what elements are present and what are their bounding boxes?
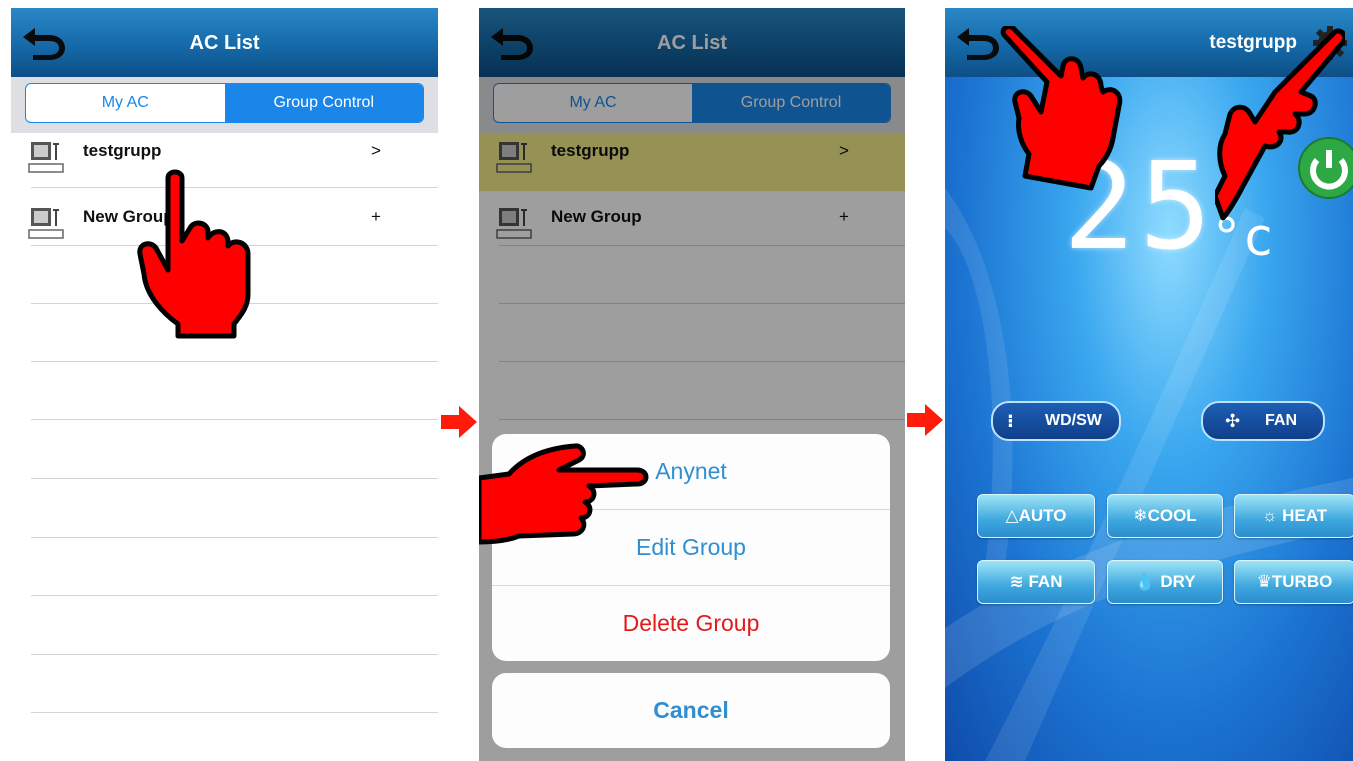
- pointing-hand-icon: [137, 169, 251, 339]
- screen-ac-list: AC List My AC Group Control testgrupp > …: [11, 8, 438, 761]
- tab-group-control[interactable]: Group Control: [224, 84, 423, 122]
- screen-action-sheet: AC List My AC Group Control testgrupp > …: [479, 8, 905, 761]
- ac-unit-icon: [28, 208, 64, 239]
- turbo-mode-button[interactable]: ♛TURBO: [1234, 560, 1353, 604]
- divider: [31, 654, 438, 655]
- add-action[interactable]: +: [371, 207, 381, 227]
- flow-arrow-icon: [907, 404, 943, 436]
- pointing-hand-icon: [1000, 26, 1123, 191]
- divider: [31, 361, 438, 362]
- pointing-hand-icon: [1215, 28, 1345, 221]
- heat-mode-button[interactable]: ☼ HEAT: [1234, 494, 1353, 538]
- segment-bar: My AC Group Control: [11, 77, 438, 133]
- fan-mode-button[interactable]: ≋ FAN: [977, 560, 1095, 604]
- dry-mode-button[interactable]: 💧 DRY: [1107, 560, 1223, 604]
- droplet-icon: 💧: [1134, 572, 1156, 591]
- chevron-action[interactable]: >: [371, 141, 381, 161]
- divider: [31, 419, 438, 420]
- swing-icon: ⁝: [1007, 411, 1014, 431]
- group-name: testgrupp: [83, 141, 162, 160]
- nav-bar: AC List: [11, 8, 438, 77]
- cancel-button[interactable]: Cancel: [492, 673, 890, 748]
- flow-arrow-icon: [441, 406, 477, 438]
- pointing-hand-icon: [479, 443, 649, 545]
- divider: [31, 595, 438, 596]
- tab-my-ac[interactable]: My AC: [26, 84, 225, 122]
- sun-icon: ☼: [1261, 506, 1278, 525]
- page-title: AC List: [189, 32, 260, 54]
- triangle-icon: △: [1005, 506, 1019, 525]
- segmented-control: My AC Group Control: [25, 83, 424, 123]
- screen-remote-control: testgrupp 25 °c ⁝ WD/SW ✣ FAN △AUTO ❄COO…: [945, 8, 1353, 761]
- wdsw-button[interactable]: ⁝ WD/SW: [991, 401, 1121, 441]
- wind-icon: ≋: [1009, 572, 1024, 591]
- snowflake-icon: ❄: [1133, 506, 1148, 525]
- divider: [31, 478, 438, 479]
- delete-group-button[interactable]: Delete Group: [492, 586, 890, 661]
- fan-icon: ✣: [1225, 411, 1241, 431]
- fan-speed-button[interactable]: ✣ FAN: [1201, 401, 1325, 441]
- auto-mode-button[interactable]: △AUTO: [977, 494, 1095, 538]
- ac-unit-icon: [28, 142, 64, 173]
- cancel-sheet: Cancel: [492, 673, 890, 748]
- cool-mode-button[interactable]: ❄COOL: [1107, 494, 1223, 538]
- divider: [31, 712, 438, 713]
- turbo-icon: ♛: [1256, 572, 1272, 591]
- divider: [31, 537, 438, 538]
